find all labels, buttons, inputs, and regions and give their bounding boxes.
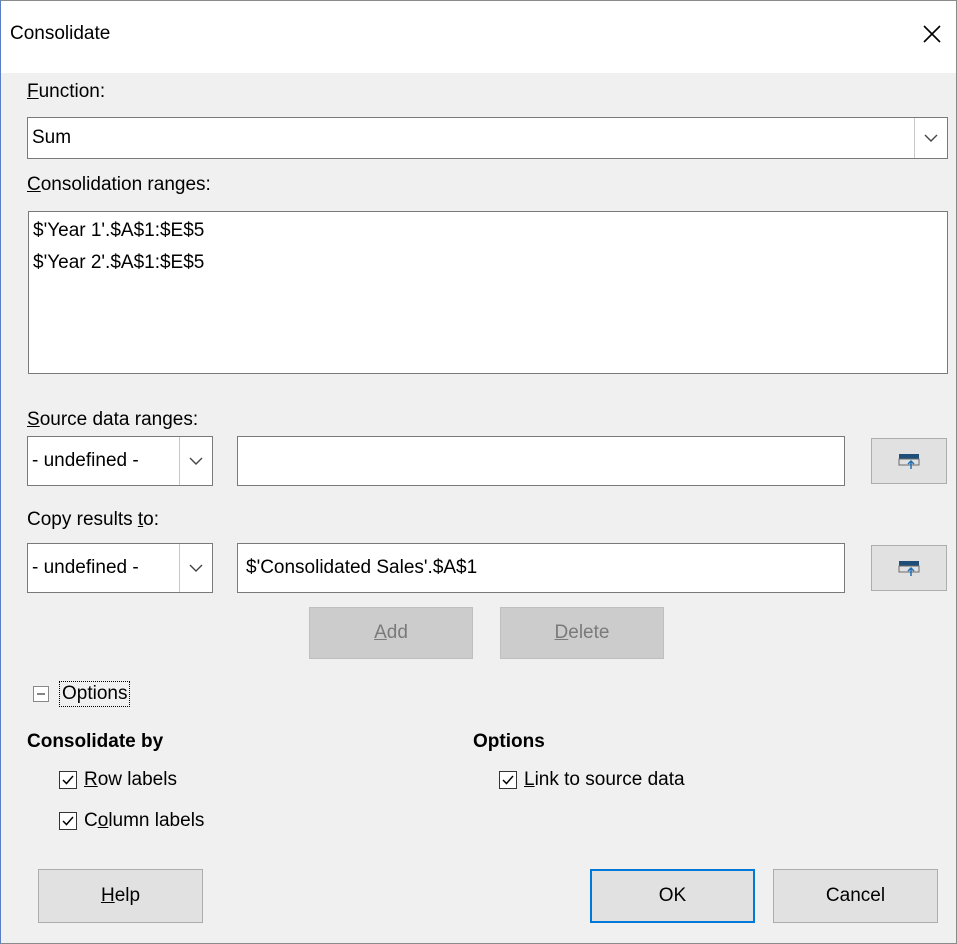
- collapse-icon[interactable]: [33, 686, 49, 702]
- shrink-icon: [898, 454, 920, 469]
- column-labels-checkbox[interactable]: [59, 812, 77, 830]
- help-button[interactable]: Help: [38, 869, 203, 923]
- title-bar: Consolidate: [1, 1, 956, 73]
- list-item[interactable]: $'Year 1'.$A$1:$E$5: [33, 220, 204, 242]
- checkmark-icon: [62, 775, 74, 785]
- copy-shrink-button[interactable]: [871, 545, 947, 591]
- add-button[interactable]: Add: [309, 607, 473, 659]
- window-title: Consolidate: [10, 23, 111, 44]
- copy-named-range-value: - undefined -: [32, 557, 139, 578]
- link-to-source-label[interactable]: Link to source data: [524, 769, 685, 791]
- function-value: Sum: [32, 127, 72, 148]
- delete-button[interactable]: Delete: [500, 607, 664, 659]
- chevron-down-icon[interactable]: [179, 544, 212, 592]
- cancel-button[interactable]: Cancel: [773, 869, 938, 923]
- consolidate-dialog: Consolidate Function: Sum Consolidation …: [0, 0, 957, 944]
- copy-results-input[interactable]: $'Consolidated Sales'.$A$1: [237, 543, 845, 593]
- list-item[interactable]: $'Year 2'.$A$1:$E$5: [33, 252, 204, 274]
- copy-results-value: $'Consolidated Sales'.$A$1: [246, 557, 478, 578]
- row-labels-checkbox[interactable]: [59, 771, 77, 789]
- source-shrink-button[interactable]: [871, 438, 947, 484]
- ok-button[interactable]: OK: [590, 869, 755, 923]
- shrink-icon: [898, 561, 920, 576]
- function-dropdown[interactable]: Sum: [27, 117, 948, 159]
- link-to-source-checkbox[interactable]: [499, 771, 517, 789]
- checkmark-icon: [502, 775, 514, 785]
- options-expander[interactable]: Options: [59, 681, 131, 707]
- function-label: Function:: [27, 81, 106, 102]
- consolidate-by-heading: Consolidate by: [27, 731, 164, 752]
- row-labels-label[interactable]: Row labels: [84, 769, 177, 791]
- column-labels-label[interactable]: Column labels: [84, 810, 204, 832]
- consolidation-ranges-label: Consolidation ranges:: [27, 174, 211, 195]
- source-named-range-dropdown[interactable]: - undefined -: [27, 436, 213, 486]
- copy-results-label: Copy results to:: [27, 509, 160, 530]
- close-icon[interactable]: [917, 19, 947, 49]
- source-data-range-input[interactable]: [237, 436, 845, 486]
- source-named-range-value: - undefined -: [32, 450, 139, 471]
- options-heading: Options: [473, 731, 545, 752]
- copy-named-range-dropdown[interactable]: - undefined -: [27, 543, 213, 593]
- checkmark-icon: [62, 816, 74, 826]
- consolidation-ranges-list[interactable]: $'Year 1'.$A$1:$E$5 $'Year 2'.$A$1:$E$5: [28, 211, 948, 374]
- chevron-down-icon[interactable]: [179, 437, 212, 485]
- source-data-ranges-label: Source data ranges:: [27, 409, 199, 430]
- chevron-down-icon[interactable]: [914, 118, 947, 158]
